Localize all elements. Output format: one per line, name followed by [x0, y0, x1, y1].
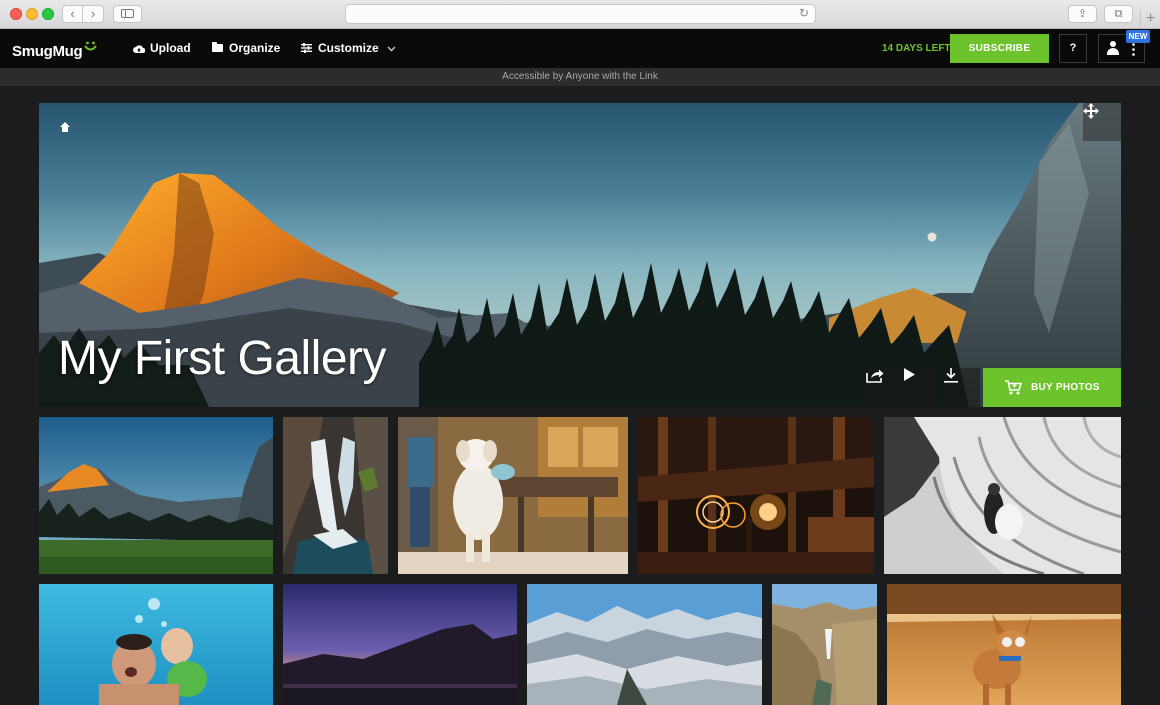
plus-icon: + — [1145, 10, 1156, 27]
buy-photos-button[interactable]: BUY PHOTOS — [983, 368, 1121, 407]
zoom-window-button[interactable] — [42, 8, 54, 20]
forward-button[interactable]: › — [83, 5, 104, 23]
move-cover-button[interactable] — [1083, 103, 1121, 141]
customize-button[interactable]: Customize — [301, 41, 396, 55]
play-icon — [904, 368, 915, 381]
photo-thumbnail[interactable] — [39, 584, 273, 705]
photo-thumbnail[interactable] — [887, 584, 1121, 705]
new-badge: NEW — [1126, 30, 1150, 43]
visibility-notice: Accessible by Anyone with the Link — [0, 68, 1160, 86]
home-icon[interactable] — [60, 122, 70, 132]
snowy-mountains-image — [527, 584, 762, 705]
cart-icon — [1005, 380, 1022, 395]
download-icon — [944, 368, 958, 383]
sidebar-toggle-button[interactable] — [113, 5, 142, 23]
download-button[interactable] — [944, 368, 980, 407]
waterfall-image — [283, 417, 388, 574]
customize-label: Customize — [318, 41, 379, 55]
photo-thumbnail[interactable] — [398, 417, 628, 574]
upload-button[interactable]: Upload — [133, 41, 191, 55]
cloud-upload-icon — [133, 45, 146, 53]
more-vertical-icon — [1132, 43, 1135, 56]
share-icon: ⇪ — [1077, 8, 1088, 20]
trial-days-left: 14 DAYS LEFT — [882, 43, 951, 54]
canyon-waterfall-image — [772, 584, 877, 705]
chevron-right-icon: › — [90, 6, 96, 21]
photo-thumbnail[interactable] — [527, 584, 762, 705]
photo-thumbnail[interactable] — [884, 417, 1121, 574]
back-button[interactable]: ‹ — [62, 5, 83, 23]
photo-thumbnail[interactable] — [283, 417, 388, 574]
dog-in-kitchen-image — [398, 417, 628, 574]
sidebar-icon — [121, 9, 134, 18]
upload-label: Upload — [150, 41, 191, 55]
browser-toolbar: ‹ › ↻ ⇪ ⧉ + — [0, 0, 1160, 29]
staircase-couple-image — [884, 417, 1121, 574]
organize-button[interactable]: Organize — [212, 41, 280, 55]
new-tab-button[interactable]: + — [1140, 9, 1160, 29]
smugmug-logo[interactable]: SmugMug — [12, 40, 98, 60]
chevron-left-icon: ‹ — [70, 6, 75, 21]
light-painting-image — [638, 417, 874, 574]
tab-overview-button[interactable]: ⧉ — [1104, 5, 1133, 23]
smiley-logo-icon — [84, 41, 98, 51]
slideshow-button[interactable] — [904, 368, 940, 407]
buy-photos-label: BUY PHOTOS — [1031, 382, 1100, 393]
move-arrows-icon — [1083, 103, 1099, 119]
close-window-button[interactable] — [10, 8, 22, 20]
dog-with-sunglasses-image — [887, 584, 1121, 705]
minimize-window-button[interactable] — [26, 8, 38, 20]
chevron-down-icon — [387, 46, 396, 52]
twilight-lake-image — [283, 584, 517, 705]
reload-icon[interactable]: ↻ — [799, 6, 809, 20]
share-icon — [866, 369, 884, 383]
photo-thumbnail[interactable] — [638, 417, 874, 574]
underwater-swimmers-image — [39, 584, 273, 705]
address-bar[interactable]: ↻ — [345, 4, 816, 24]
gallery-title[interactable]: My First Gallery — [58, 331, 387, 386]
photo-thumbnail[interactable] — [772, 584, 877, 705]
photo-thumbnail[interactable] — [39, 417, 273, 574]
help-button[interactable]: ? — [1059, 34, 1087, 63]
photo-thumbnail[interactable] — [283, 584, 517, 705]
gallery-cover-photo: My First Gallery BUY PHOTOS — [39, 103, 1121, 407]
mountain-valley-image — [39, 417, 273, 574]
share-gallery-button[interactable] — [866, 368, 902, 407]
folder-icon — [212, 42, 223, 52]
sliders-icon — [301, 43, 312, 53]
tabs-icon: ⧉ — [1114, 8, 1123, 20]
organize-label: Organize — [229, 41, 281, 55]
share-button[interactable]: ⇪ — [1068, 5, 1097, 23]
help-icon: ? — [1069, 42, 1077, 54]
logo-text: SmugMug — [12, 43, 83, 60]
subscribe-button[interactable]: SUBSCRIBE — [950, 34, 1049, 63]
user-icon — [1107, 41, 1119, 55]
app-header: SmugMug Upload Organize Customize 14 DAY… — [0, 29, 1160, 68]
